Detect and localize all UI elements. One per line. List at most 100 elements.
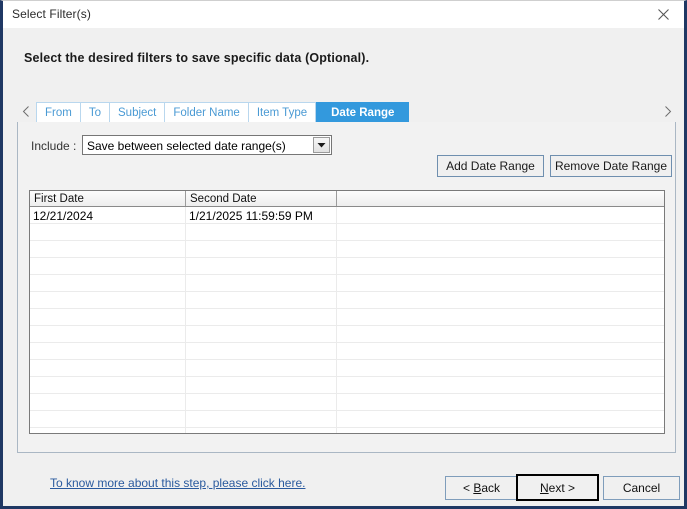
close-button[interactable] [642,1,684,28]
grid-cell-empty [186,360,337,377]
chevron-down-icon[interactable] [313,137,330,153]
grid-cell-empty [30,292,186,309]
grid-cell-empty [337,258,664,275]
grid-cell-empty [30,258,186,275]
remove-date-range-button[interactable]: Remove Date Range [550,155,672,177]
tab-label: To [89,107,101,119]
include-label: Include : [31,139,76,153]
grid-cell-empty [337,343,664,360]
grid-cell-empty [30,224,186,241]
table-row[interactable]: 12/21/20241/21/2025 11:59:59 PM [30,207,664,224]
grid-cell-empty [30,377,186,394]
add-date-range-label: Add Date Range [446,159,535,173]
grid-cell-empty [337,241,664,258]
table-row[interactable] [30,309,664,326]
back-button-label: < Back [463,481,500,495]
grid-cell-empty [337,224,664,241]
grid-cell-empty [186,258,337,275]
table-row[interactable] [30,326,664,343]
grid-cell-empty [337,377,664,394]
grid-cell-empty [30,275,186,292]
grid-cell-empty [337,428,664,434]
grid-cell-empty [186,377,337,394]
table-row[interactable] [30,241,664,258]
tab-subject[interactable]: Subject [109,102,164,123]
grid-column-header-blank[interactable] [337,191,664,206]
tab-scroll-left-button[interactable] [17,102,34,123]
table-row[interactable] [30,224,664,241]
chevron-left-icon [22,104,30,122]
grid-cell-empty [30,360,186,377]
tab-scroll-right-button[interactable] [659,102,676,123]
table-row[interactable] [30,275,664,292]
grid-cell-empty [186,326,337,343]
date-range-grid[interactable]: First Date Second Date 12/21/20241/21/20… [29,190,665,434]
grid-cell-empty [337,309,664,326]
filter-tabs: From To Subject Folder Name Item Type Da… [17,102,676,123]
grid-cell: 1/21/2025 11:59:59 PM [186,207,337,224]
title-bar: Select Filter(s) [3,1,684,29]
grid-cell-empty [30,394,186,411]
table-row[interactable] [30,343,664,360]
grid-cell-empty [186,275,337,292]
tab-label: Date Range [331,107,394,119]
table-row[interactable] [30,292,664,309]
tab-to[interactable]: To [80,102,109,123]
grid-header-row: First Date Second Date [30,191,664,207]
add-date-range-button[interactable]: Add Date Range [437,155,544,177]
tab-label: From [45,107,72,119]
grid-cell-empty [186,224,337,241]
grid-cell-empty [337,394,664,411]
grid-cell-empty [337,326,664,343]
grid-cell-empty [337,275,664,292]
window-title: Select Filter(s) [12,7,91,21]
grid-cell-empty [30,326,186,343]
grid-cell-empty [30,343,186,360]
tab-item-type[interactable]: Item Type [248,102,316,123]
grid-cell-empty [186,309,337,326]
grid-cell-empty [30,309,186,326]
back-button[interactable]: < Back [445,476,518,500]
next-button-label: Next > [540,481,575,495]
grid-body: 12/21/20241/21/2025 11:59:59 PM [30,207,664,434]
grid-cell-empty [337,411,664,428]
remove-date-range-label: Remove Date Range [555,159,667,173]
tab-label: Folder Name [173,107,239,119]
grid-cell-empty [186,343,337,360]
tab-folder-name[interactable]: Folder Name [164,102,247,123]
table-row[interactable] [30,360,664,377]
grid-cell [337,207,664,224]
tab-label: Item Type [257,107,307,119]
grid-cell: 12/21/2024 [30,207,186,224]
grid-cell-empty [30,241,186,258]
grid-cell-empty [186,292,337,309]
table-row[interactable] [30,377,664,394]
grid-cell-empty [186,428,337,434]
tab-list: From To Subject Folder Name Item Type Da… [36,102,409,123]
tab-label: Subject [118,107,156,119]
table-row[interactable] [30,411,664,428]
grid-cell-empty [337,360,664,377]
grid-cell-empty [186,394,337,411]
include-select[interactable]: Save between selected date range(s) [82,135,332,155]
grid-cell-empty [30,411,186,428]
grid-column-header-second-date[interactable]: Second Date [186,191,337,206]
close-icon [658,9,669,20]
next-button[interactable]: Next > [516,474,599,501]
tab-date-range[interactable]: Date Range [316,102,409,123]
table-row[interactable] [30,394,664,411]
instruction-text: Select the desired filters to save speci… [24,51,369,65]
table-row[interactable] [30,258,664,275]
cancel-button[interactable]: Cancel [603,476,680,500]
grid-cell-empty [186,411,337,428]
table-row[interactable] [30,428,664,434]
include-select-value: Save between selected date range(s) [87,139,286,153]
tab-from[interactable]: From [36,102,80,123]
help-link[interactable]: To know more about this step, please cli… [50,476,305,490]
grid-cell-empty [337,292,664,309]
grid-cell-empty [186,241,337,258]
grid-column-header-first-date[interactable]: First Date [30,191,186,206]
date-range-panel: Include : Save between selected date ran… [17,122,676,453]
cancel-button-label: Cancel [623,481,660,495]
select-filters-dialog: Select Filter(s) Select the desired filt… [0,0,687,509]
